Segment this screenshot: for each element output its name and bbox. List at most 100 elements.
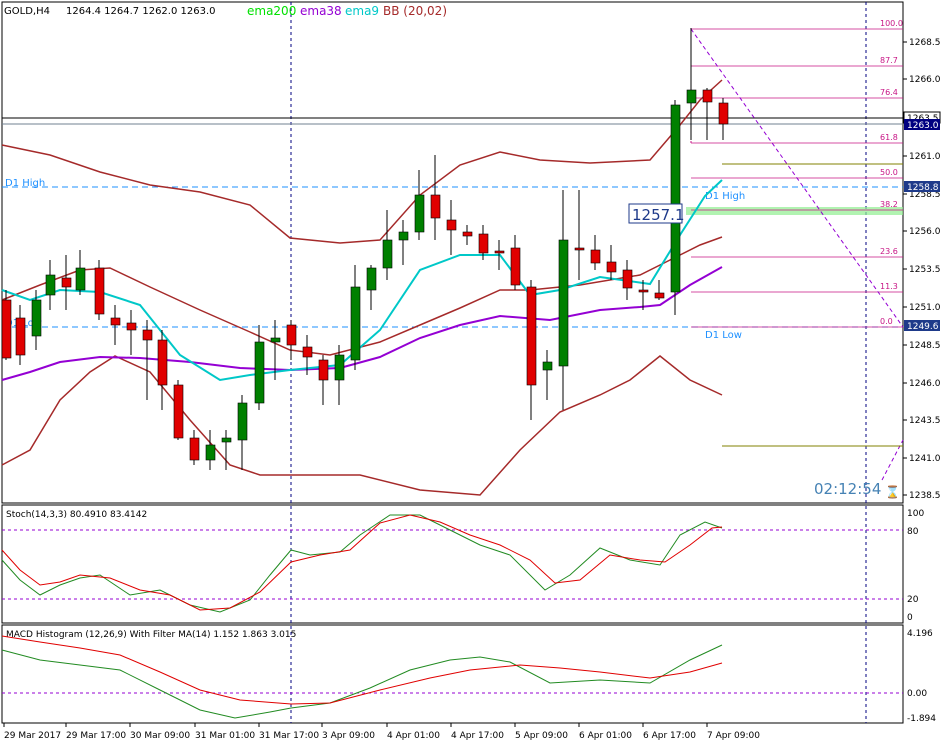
candle-body[interactable] [110,317,121,326]
candle-body[interactable] [670,104,681,293]
price-tick-label: 1238.5 [909,491,941,501]
price-tick-label: 1266.0 [909,75,941,85]
time-tick-label: 4 Apr 17:00 [451,731,504,741]
candle-body[interactable] [414,194,425,233]
fib-level-label: 11.3 [880,282,898,291]
candle-body[interactable] [382,239,393,269]
candle-body[interactable] [686,89,697,104]
candle-body[interactable] [430,194,441,219]
candle-body[interactable] [654,292,665,299]
candle-body[interactable] [638,289,649,293]
fib-level-label: 38.2 [880,200,898,209]
candle-body[interactable] [366,267,377,291]
candle-body[interactable] [61,277,72,288]
candle-body[interactable] [446,219,457,231]
price-tick-label: 1251.0 [909,303,941,313]
time-tick-label: 6 Apr 01:00 [579,731,632,741]
price-tick-label: 1253.5 [909,265,941,275]
candle-body[interactable] [478,233,489,254]
time-tick-label: 29 Mar 17:00 [66,731,126,741]
bar-countdown: 02:12:54 [814,480,881,498]
candle-body[interactable] [526,286,537,386]
support-zone[interactable] [686,207,903,215]
candle-body[interactable] [15,317,26,356]
current-price-text: 1263.0 [907,121,939,131]
candle-body[interactable] [494,250,505,254]
candle-body[interactable] [45,274,56,296]
candle-body[interactable] [270,337,281,343]
stochastic-pane[interactable] [1,504,904,624]
time-tick-label: 7 Apr 09:00 [707,731,760,741]
d1-low-price-text: 1249.6 [907,322,939,332]
price-axis[interactable]: 1268.51266.01263.51261.01258.51256.01253… [903,38,941,501]
candle-body[interactable] [1,299,12,359]
candle-body[interactable] [157,339,168,386]
main-price-pane[interactable] [1,1,904,504]
chart-ohlc: 1264.4 1264.7 1262.0 1263.0 [66,6,216,17]
fib-level-label: 23.6 [880,247,898,256]
time-tick-label: 4 Apr 01:00 [387,731,440,741]
time-tick-label: 31 Mar 01:00 [195,731,255,741]
candle-body[interactable] [318,359,329,381]
d1-high-price-text: 1258.8 [907,183,939,193]
candle-body[interactable] [574,247,585,251]
candle-body[interactable] [173,384,184,439]
candle-body[interactable] [334,354,345,381]
price-tick-label: 1246.0 [909,379,941,389]
fib-level-label: 0.0 [880,317,893,326]
time-tick-label: 6 Apr 17:00 [643,731,696,741]
candle-body[interactable] [142,329,153,341]
candle-body[interactable] [606,261,617,273]
candle-body[interactable] [126,322,137,331]
candle-body[interactable] [254,341,265,404]
price-tick-label: 1261.0 [909,152,941,162]
d1-high-label: D1 High [5,178,45,189]
stoch-tick-100: 100 [907,509,924,519]
time-tick-label: 31 Mar 17:00 [259,731,319,741]
d1-high-label-right: D1 High [705,191,745,202]
price-tick-label: 1241.0 [909,454,941,464]
legend-ema38: ema38 [300,4,342,18]
time-tick-label: 30 Mar 09:00 [130,731,190,741]
chart-symbol: GOLD,H4 [4,6,50,17]
stoch-tick-80: 80 [907,527,919,537]
macd-tick-top: 4.196 [907,629,933,639]
candle-body[interactable] [622,269,633,289]
candle-body[interactable] [542,361,553,371]
fib-level-label: 61.8 [880,133,898,142]
candle-body[interactable] [237,402,248,441]
fib-level-label: 76.4 [880,88,898,97]
candle-body[interactable] [398,231,409,241]
candle-body[interactable] [75,267,86,291]
candle-body[interactable] [510,247,521,286]
candle-body[interactable] [189,437,200,461]
fib-level-label: 100.0 [880,19,903,28]
stoch-tick-20: 20 [907,595,919,605]
d1-low-label-right: D1 Low [705,330,742,341]
price-tick-label: 1268.5 [909,38,941,48]
macd-tick-zero: 0.00 [907,689,927,699]
candle-body[interactable] [221,437,232,443]
candle-body[interactable] [205,444,216,461]
legend-ema200: ema200 [247,4,296,18]
candle-body[interactable] [31,299,42,337]
candle-body[interactable] [462,231,473,237]
time-axis[interactable]: 29 Mar 2017 29 Mar 17:00 30 Mar 09:00 31 Ma… [3,723,760,741]
time-tick-label: 29 Mar 2017 [4,731,61,741]
candle-body[interactable] [590,249,601,264]
candle-body[interactable] [558,239,569,367]
macd-header: MACD Histogram (12,26,9) With Filter MA(… [6,630,296,640]
trading-chart[interactable]: D1 High D1 Low D1 High D1 Low 100.087.77… [0,0,943,745]
candle-body[interactable] [702,89,713,103]
candle-body[interactable] [286,324,297,346]
stochastic-header: Stoch(14,3,3) 80.4910 83.4142 [6,510,147,520]
candle-body[interactable] [94,267,105,315]
candle-body[interactable] [302,346,313,358]
price-tick-label: 1256.0 [909,227,941,237]
candle-body[interactable] [718,102,729,125]
fib-level-label: 50.0 [880,168,898,177]
time-tick-label: 3 Apr 09:00 [322,731,375,741]
macd-tick-bottom: -1.894 [907,714,936,724]
candle-body[interactable] [350,286,361,361]
price-tick-label: 1243.5 [909,416,941,426]
